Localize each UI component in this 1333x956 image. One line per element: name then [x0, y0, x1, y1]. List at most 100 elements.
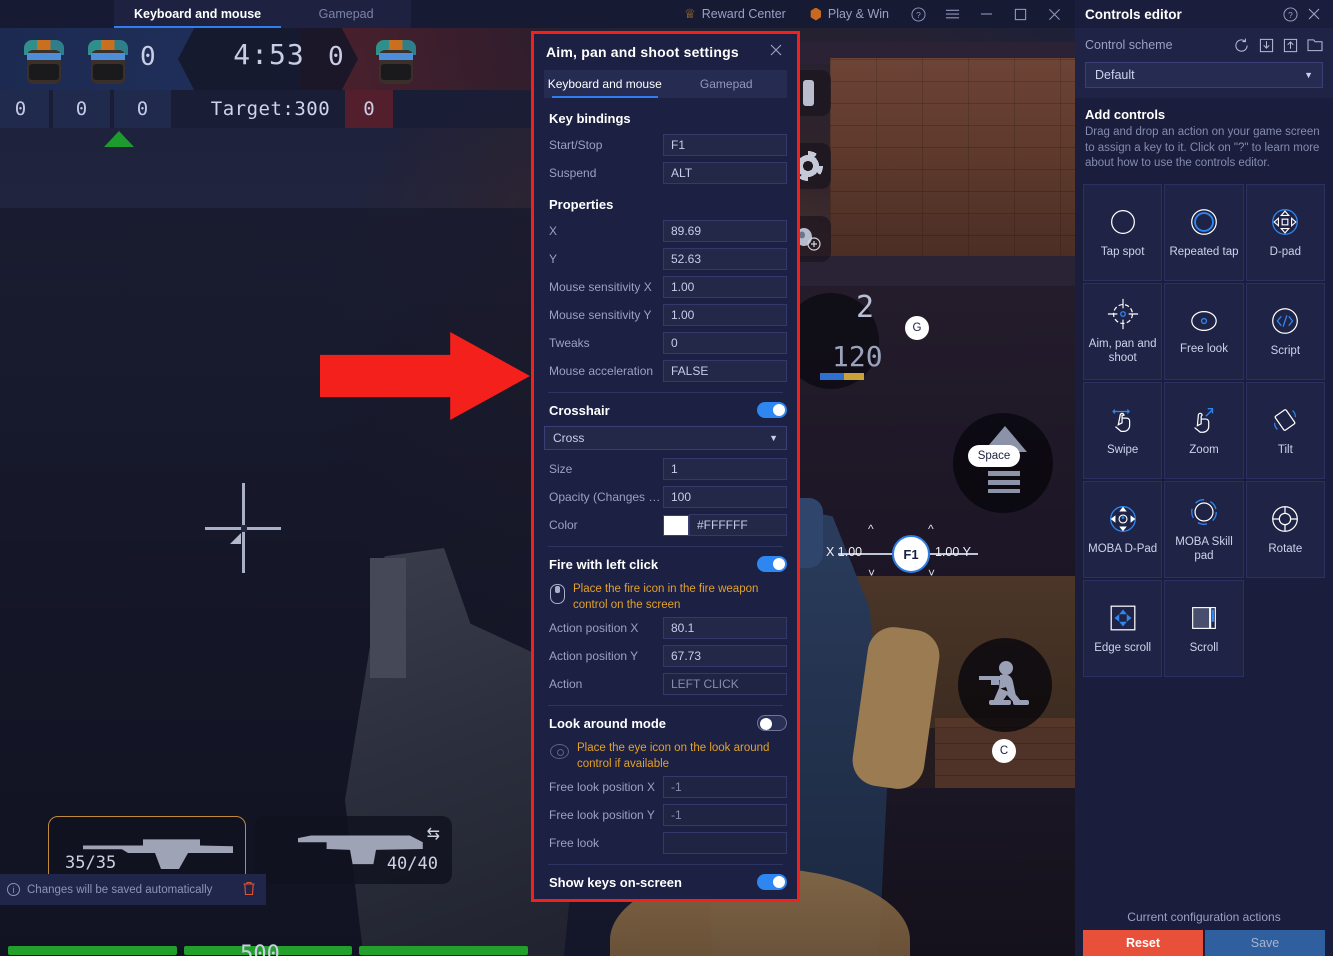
toggle-fire-with-left-click[interactable]: [757, 556, 787, 572]
aim-key-marker[interactable]: F1: [892, 535, 930, 573]
reset-button[interactable]: Reset: [1083, 930, 1203, 956]
aim-pan-shoot-control[interactable]: X 1.00 1.00 Y ^ ˅ ^ ˅ F1: [826, 522, 978, 580]
toggle-show-keys-on-screen[interactable]: [757, 874, 787, 891]
hamburger-menu-icon[interactable]: [935, 0, 969, 28]
controls-editor-panel: Controls editor ? Control scheme Default…: [1075, 0, 1333, 956]
control-scheme-select[interactable]: Default ▼: [1085, 62, 1323, 88]
control-aim-pan-and-shoot[interactable]: Aim, pan and shoot: [1083, 282, 1163, 380]
control-moba-skill-pad[interactable]: MOBA Skill pad: [1164, 480, 1244, 578]
game-scoreboard: 0 4:53 0 0 0 0 Target:300 0: [0, 28, 560, 147]
input-free-look-position-x[interactable]: -1: [663, 776, 787, 799]
label-suspend: Suspend: [549, 166, 597, 180]
input-action-position-x[interactable]: 80.1: [663, 617, 787, 640]
field-row-mouse-acceleration: Mouse acceleration FALSE: [544, 360, 787, 382]
dialog-tabs: Keyboard and mouse Gamepad: [544, 70, 787, 98]
export-icon[interactable]: [1283, 38, 1298, 53]
input-mouse-sensitivity-y[interactable]: 1.00: [663, 304, 787, 326]
input-size[interactable]: 1: [663, 458, 787, 480]
label-fire-with-left-click: Fire with left click: [549, 556, 659, 572]
chevron-up-icon[interactable]: ^: [928, 522, 934, 536]
color-swatch[interactable]: [663, 514, 689, 536]
question-circle-icon[interactable]: ?: [1279, 3, 1301, 25]
control-tilt[interactable]: Tilt: [1245, 381, 1325, 479]
select-crosshair-shape[interactable]: Cross ▼: [544, 426, 787, 450]
score-cell-red: 0: [345, 90, 393, 128]
control-scroll[interactable]: Scroll: [1164, 579, 1244, 677]
look-around-note: Place the eye icon on the look around co…: [544, 739, 787, 776]
input-start-stop[interactable]: F1: [663, 134, 787, 156]
score-red: 0: [328, 42, 344, 72]
control-script[interactable]: Script: [1245, 282, 1325, 380]
close-icon[interactable]: [1037, 0, 1071, 28]
import-icon[interactable]: [1259, 38, 1274, 53]
input-color[interactable]: #FFFFFF: [689, 514, 787, 536]
dialog-title: Aim, pan and shoot settings: [546, 44, 739, 60]
select-crosshair-shape-value: Cross: [553, 431, 585, 445]
aim-pan-shoot-settings-dialog: Aim, pan and shoot settings Keyboard and…: [531, 31, 800, 902]
input-free-look-position-y[interactable]: -1: [663, 804, 787, 827]
weapon-slot-secondary[interactable]: 40/40 ⇆: [254, 816, 452, 884]
key-marker-space[interactable]: Space: [968, 445, 1020, 467]
reward-center-button[interactable]: ♕ Reward Center: [672, 0, 798, 28]
input-action: LEFT CLICK: [663, 673, 787, 696]
control-dpad[interactable]: D-pad: [1245, 183, 1325, 281]
dialog-close-icon[interactable]: [765, 41, 787, 63]
control-rotate[interactable]: Rotate: [1245, 480, 1325, 578]
input-tweaks[interactable]: 0: [663, 332, 787, 354]
titlebar-actions: ♕ Reward Center Play & Win ?: [672, 0, 1075, 28]
show-keys-on-screen-row: Show keys on-screen: [544, 874, 787, 891]
toggle-look-around-mode[interactable]: [757, 715, 787, 732]
player-avatar: [370, 36, 422, 86]
control-swipe[interactable]: Swipe: [1083, 381, 1163, 479]
chevron-down-icon[interactable]: ˅: [868, 566, 875, 580]
label-size: Size: [549, 462, 573, 476]
control-zoom[interactable]: Zoom: [1164, 381, 1244, 479]
help-icon[interactable]: ?: [901, 0, 935, 28]
control-edge-scroll[interactable]: Edge scroll: [1083, 579, 1163, 677]
controls-editor-close-icon[interactable]: [1303, 3, 1325, 25]
save-button[interactable]: Save: [1205, 930, 1325, 956]
match-timer: 4:53: [233, 38, 305, 71]
chevron-up-icon[interactable]: ^: [868, 522, 874, 536]
input-x[interactable]: 89.69: [663, 220, 787, 242]
control-free-look[interactable]: Free look: [1164, 282, 1244, 380]
toggle-crosshair[interactable]: [757, 402, 787, 418]
input-free-look[interactable]: [663, 832, 787, 855]
look-around-note-text: Place the eye icon on the look around co…: [577, 742, 770, 770]
tab-keyboard-and-mouse[interactable]: Keyboard and mouse: [114, 0, 282, 28]
field-row-color: Color #FFFFFF: [544, 514, 787, 536]
input-opacity[interactable]: 100: [663, 486, 787, 508]
input-action-position-y[interactable]: 67.73: [663, 645, 787, 668]
control-moba-dpad[interactable]: MOBA D-Pad: [1083, 480, 1163, 578]
swap-weapon-icon[interactable]: ⇆: [427, 824, 440, 844]
folder-icon[interactable]: [1307, 38, 1323, 52]
tab-gamepad[interactable]: Gamepad: [281, 0, 412, 28]
control-dpad-label: D-pad: [1269, 245, 1301, 258]
control-tap-spot[interactable]: Tap spot: [1083, 183, 1163, 281]
input-mouse-sensitivity-x[interactable]: 1.00: [663, 276, 787, 298]
minimize-icon[interactable]: [969, 0, 1003, 28]
control-script-label: Script: [1270, 344, 1301, 357]
restore-icon[interactable]: [1233, 38, 1250, 53]
maximize-icon[interactable]: [1003, 0, 1037, 28]
label-opacity: Opacity (Changes ap…: [549, 490, 663, 504]
hud-weapon-count: 2: [856, 290, 875, 325]
add-controls-section: Add controls Drag and drop an action on …: [1075, 98, 1333, 178]
input-suspend[interactable]: ALT: [663, 162, 787, 184]
key-marker-c[interactable]: C: [992, 739, 1016, 763]
key-marker-g[interactable]: G: [905, 316, 929, 340]
add-controls-title: Add controls: [1085, 107, 1166, 122]
controls-grid: Tap spot Repeated tap D-pad Aim, pan and…: [1075, 178, 1333, 677]
chevron-down-icon[interactable]: ˅: [928, 566, 935, 580]
play-and-win-button[interactable]: Play & Win: [798, 0, 901, 28]
label-y: Y: [549, 252, 558, 266]
input-mouse-acceleration[interactable]: FALSE: [663, 360, 787, 382]
input-y[interactable]: 52.63: [663, 248, 787, 270]
crosshair-resize-handle[interactable]: [230, 533, 241, 544]
control-repeated-tap[interactable]: Repeated tap: [1164, 183, 1244, 281]
dialog-tab-gamepad[interactable]: Gamepad: [666, 70, 788, 98]
divider: [548, 392, 783, 393]
trash-icon[interactable]: [242, 881, 256, 899]
dialog-tab-keyboard-and-mouse[interactable]: Keyboard and mouse: [544, 70, 666, 98]
weapon-ammo-primary: 35/35: [65, 853, 117, 873]
